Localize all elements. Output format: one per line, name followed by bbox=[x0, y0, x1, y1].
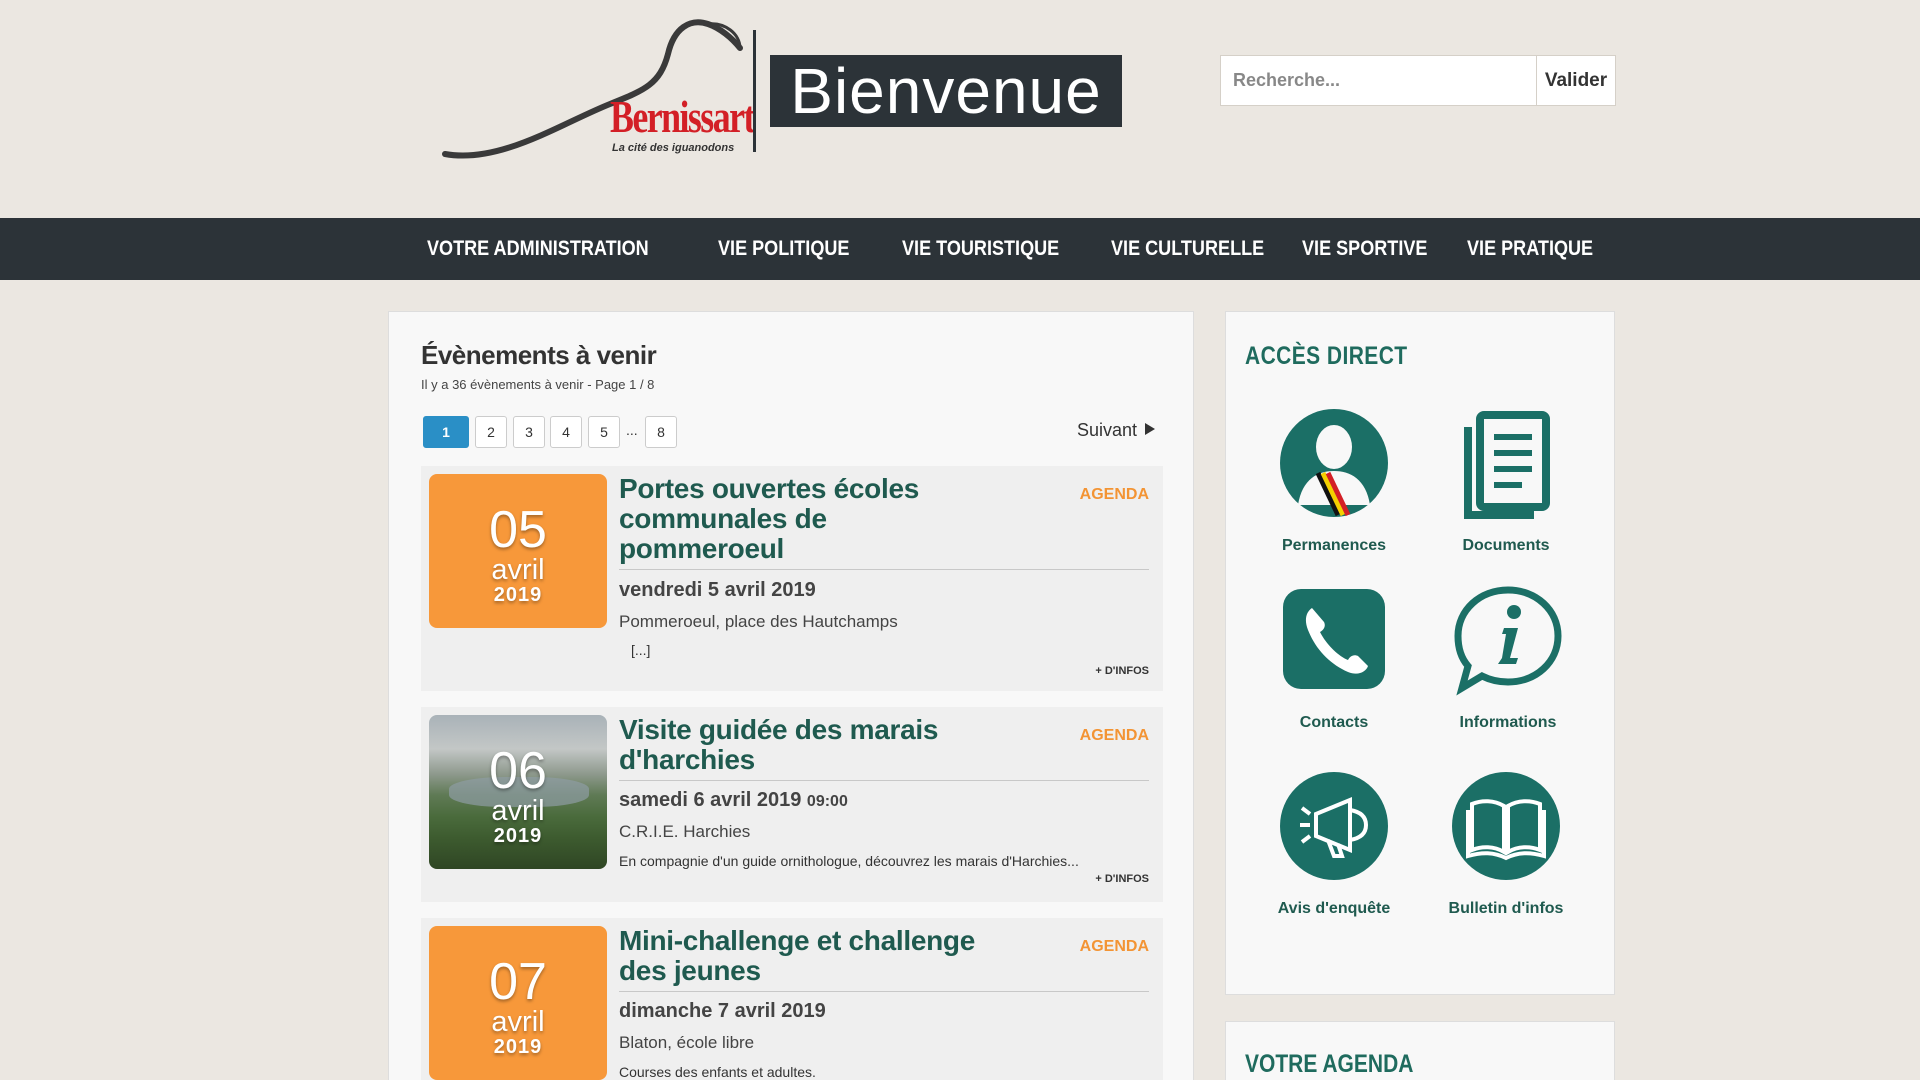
event-title[interactable]: Visite guidée des marais d'harchies bbox=[619, 715, 999, 775]
play-arrow-icon bbox=[1145, 423, 1155, 435]
quick-link-permanences[interactable]: Permanences bbox=[1254, 407, 1414, 567]
nav-item-administration[interactable]: VOTRE ADMINISTRATION bbox=[427, 218, 649, 280]
quick-link-label: Contacts bbox=[1299, 714, 1369, 731]
quick-link-label: Permanences bbox=[1281, 537, 1387, 554]
event-month: avril bbox=[491, 1006, 545, 1038]
event-date-badge-photo: 06 avril 2019 bbox=[429, 715, 607, 869]
event-category-tag: AGENDA bbox=[1079, 727, 1149, 744]
nav-item-touristique[interactable]: VIE TOURISTIQUE bbox=[902, 218, 1059, 280]
welcome-banner: Bienvenue bbox=[770, 55, 1122, 127]
event-month: avril bbox=[491, 795, 545, 827]
event-title[interactable]: Mini-challenge et challenge des jeunes bbox=[619, 926, 999, 986]
event-category-tag: AGENDA bbox=[1079, 938, 1149, 955]
event-title[interactable]: Portes ouvertes écoles communales de pom… bbox=[619, 474, 999, 564]
documents-icon bbox=[1464, 411, 1550, 519]
quick-link-avis-enquete[interactable]: Avis d'enquête bbox=[1254, 770, 1414, 930]
main-navigation: VOTRE ADMINISTRATION VIE POLITIQUE VIE T… bbox=[0, 218, 1920, 280]
events-count: Il y a 36 évènements à venir - Page 1 / … bbox=[421, 377, 655, 392]
event-date-text: samedi 6 avril 2019 09:00 bbox=[619, 789, 848, 812]
next-page-link[interactable]: Suivant bbox=[1077, 420, 1155, 441]
logo-divider bbox=[753, 30, 756, 152]
event-location: Pommeroeul, place des Hautchamps bbox=[619, 612, 898, 631]
quick-link-label: Avis d'enquête bbox=[1277, 900, 1391, 917]
person-icon bbox=[1280, 409, 1388, 517]
event-date-label: samedi 6 avril 2019 bbox=[619, 789, 802, 811]
event-time: 09:00 bbox=[806, 793, 848, 810]
event-card[interactable]: 07 avril 2019 Mini-challenge et challeng… bbox=[421, 918, 1163, 1080]
event-date-label: vendredi 5 avril 2019 bbox=[619, 579, 816, 601]
event-divider bbox=[619, 991, 1149, 992]
events-panel: Évènements à venir Il y a 36 évènements … bbox=[388, 311, 1194, 1080]
agenda-panel: VOTRE AGENDA bbox=[1225, 1021, 1615, 1080]
quick-access-panel: ACCÈS DIRECT Permanences Documents Conta… bbox=[1225, 311, 1615, 995]
book-icon bbox=[1452, 772, 1560, 880]
event-card[interactable]: 05 avril 2019 Portes ouvertes écoles com… bbox=[421, 466, 1163, 691]
logo-tagline: La cité des iguanodons bbox=[612, 142, 735, 154]
quick-link-label: Informations bbox=[1459, 714, 1557, 731]
quick-link-label: Documents bbox=[1462, 537, 1550, 554]
site-logo[interactable]: Bernissart La cité des iguanodons bbox=[440, 14, 760, 164]
page-button-8[interactable]: 8 bbox=[645, 416, 677, 448]
nav-item-sportive[interactable]: VIE SPORTIVE bbox=[1302, 218, 1427, 280]
event-description: [...] bbox=[631, 642, 651, 658]
event-day: 06 bbox=[489, 742, 547, 800]
event-card[interactable]: 06 avril 2019 Visite guidée des marais d… bbox=[421, 707, 1163, 902]
event-divider bbox=[619, 569, 1149, 570]
event-divider bbox=[619, 780, 1149, 781]
quick-link-label: Bulletin d'infos bbox=[1448, 900, 1564, 917]
event-more-info-link[interactable]: + D'INFOS bbox=[1095, 665, 1149, 677]
phone-icon bbox=[1283, 589, 1385, 689]
event-year: 2019 bbox=[493, 825, 543, 847]
event-location: Blaton, école libre bbox=[619, 1033, 755, 1052]
event-description: Courses des enfants et adultes. bbox=[619, 1064, 816, 1080]
event-year: 2019 bbox=[493, 1036, 543, 1058]
event-day: 07 bbox=[489, 953, 547, 1011]
page-button-4[interactable]: 4 bbox=[550, 416, 582, 448]
nav-item-politique[interactable]: VIE POLITIQUE bbox=[718, 218, 849, 280]
logo-name: Bernissart bbox=[610, 91, 755, 142]
page-button-5[interactable]: 5 bbox=[588, 416, 620, 448]
event-date-badge: 07 avril 2019 bbox=[429, 926, 607, 1080]
event-description: En compagnie d'un guide ornithologue, dé… bbox=[619, 853, 1079, 869]
megaphone-icon bbox=[1280, 772, 1388, 880]
event-date-badge: 05 avril 2019 bbox=[429, 474, 607, 628]
quick-link-informations[interactable]: Informations bbox=[1428, 584, 1588, 744]
event-date-text: vendredi 5 avril 2019 bbox=[619, 579, 816, 602]
nav-item-culturelle[interactable]: VIE CULTURELLE bbox=[1111, 218, 1264, 280]
quick-link-contacts[interactable]: Contacts bbox=[1254, 584, 1414, 744]
search-input[interactable] bbox=[1220, 55, 1536, 106]
agenda-title: VOTRE AGENDA bbox=[1245, 1050, 1414, 1078]
quick-link-documents[interactable]: Documents bbox=[1426, 407, 1586, 567]
quick-link-bulletin[interactable]: Bulletin d'infos bbox=[1426, 770, 1586, 930]
search-submit-button[interactable]: Valider bbox=[1536, 55, 1616, 106]
event-month: avril bbox=[491, 554, 545, 586]
event-category-tag: AGENDA bbox=[1079, 486, 1149, 503]
events-title: Évènements à venir bbox=[421, 340, 657, 370]
event-location: C.R.I.E. Harchies bbox=[619, 822, 751, 841]
page-button-1[interactable]: 1 bbox=[423, 416, 469, 448]
page-ellipsis: ... bbox=[626, 422, 638, 438]
event-day: 05 bbox=[489, 501, 547, 559]
next-page-label: Suivant bbox=[1076, 420, 1137, 440]
nav-item-pratique[interactable]: VIE PRATIQUE bbox=[1467, 218, 1593, 280]
event-date-text: dimanche 7 avril 2019 bbox=[619, 1000, 826, 1023]
page-button-2[interactable]: 2 bbox=[475, 416, 507, 448]
search-form: Valider bbox=[1220, 55, 1616, 106]
event-date-label: dimanche 7 avril 2019 bbox=[619, 1000, 826, 1022]
event-more-info-link[interactable]: + D'INFOS bbox=[1095, 873, 1149, 885]
site-header: Bernissart La cité des iguanodons Bienve… bbox=[0, 0, 1920, 218]
page-button-3[interactable]: 3 bbox=[513, 416, 545, 448]
quick-access-title: ACCÈS DIRECT bbox=[1245, 342, 1408, 370]
event-year: 2019 bbox=[493, 584, 543, 606]
info-icon bbox=[1454, 586, 1562, 696]
